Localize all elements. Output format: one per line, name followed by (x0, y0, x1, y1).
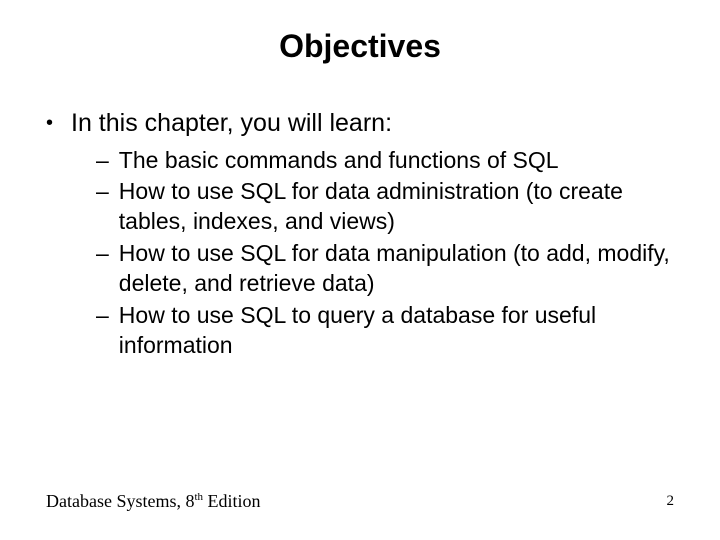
bullet-icon: • (46, 110, 53, 136)
footer-sup: th (194, 491, 203, 503)
slide: Objectives • In this chapter, you will l… (0, 0, 720, 540)
intro-item: • In this chapter, you will learn: (46, 107, 684, 140)
page-number: 2 (667, 493, 675, 510)
footer-text: Database Systems, 8th Edition (46, 491, 261, 512)
sub-items: – The basic commands and functions of SQ… (46, 146, 684, 361)
slide-title: Objectives (0, 28, 720, 65)
dash-icon: – (96, 146, 109, 176)
list-item: – How to use SQL to query a database for… (96, 301, 684, 361)
list-item: – How to use SQL for data administration… (96, 177, 684, 237)
intro-text: In this chapter, you will learn: (71, 107, 392, 140)
dash-icon: – (96, 239, 109, 269)
item-text: How to use SQL to query a database for u… (119, 301, 684, 361)
footer-prefix: Database Systems, 8 (46, 491, 194, 511)
list-item: – How to use SQL for data manipulation (… (96, 239, 684, 299)
item-text: How to use SQL for data administration (… (119, 177, 684, 237)
dash-icon: – (96, 301, 109, 331)
dash-icon: – (96, 177, 109, 207)
content-area: • In this chapter, you will learn: – The… (0, 107, 720, 361)
list-item: – The basic commands and functions of SQ… (96, 146, 684, 176)
item-text: The basic commands and functions of SQL (119, 146, 684, 176)
item-text: How to use SQL for data manipulation (to… (119, 239, 684, 299)
footer-suffix: Edition (203, 491, 261, 511)
